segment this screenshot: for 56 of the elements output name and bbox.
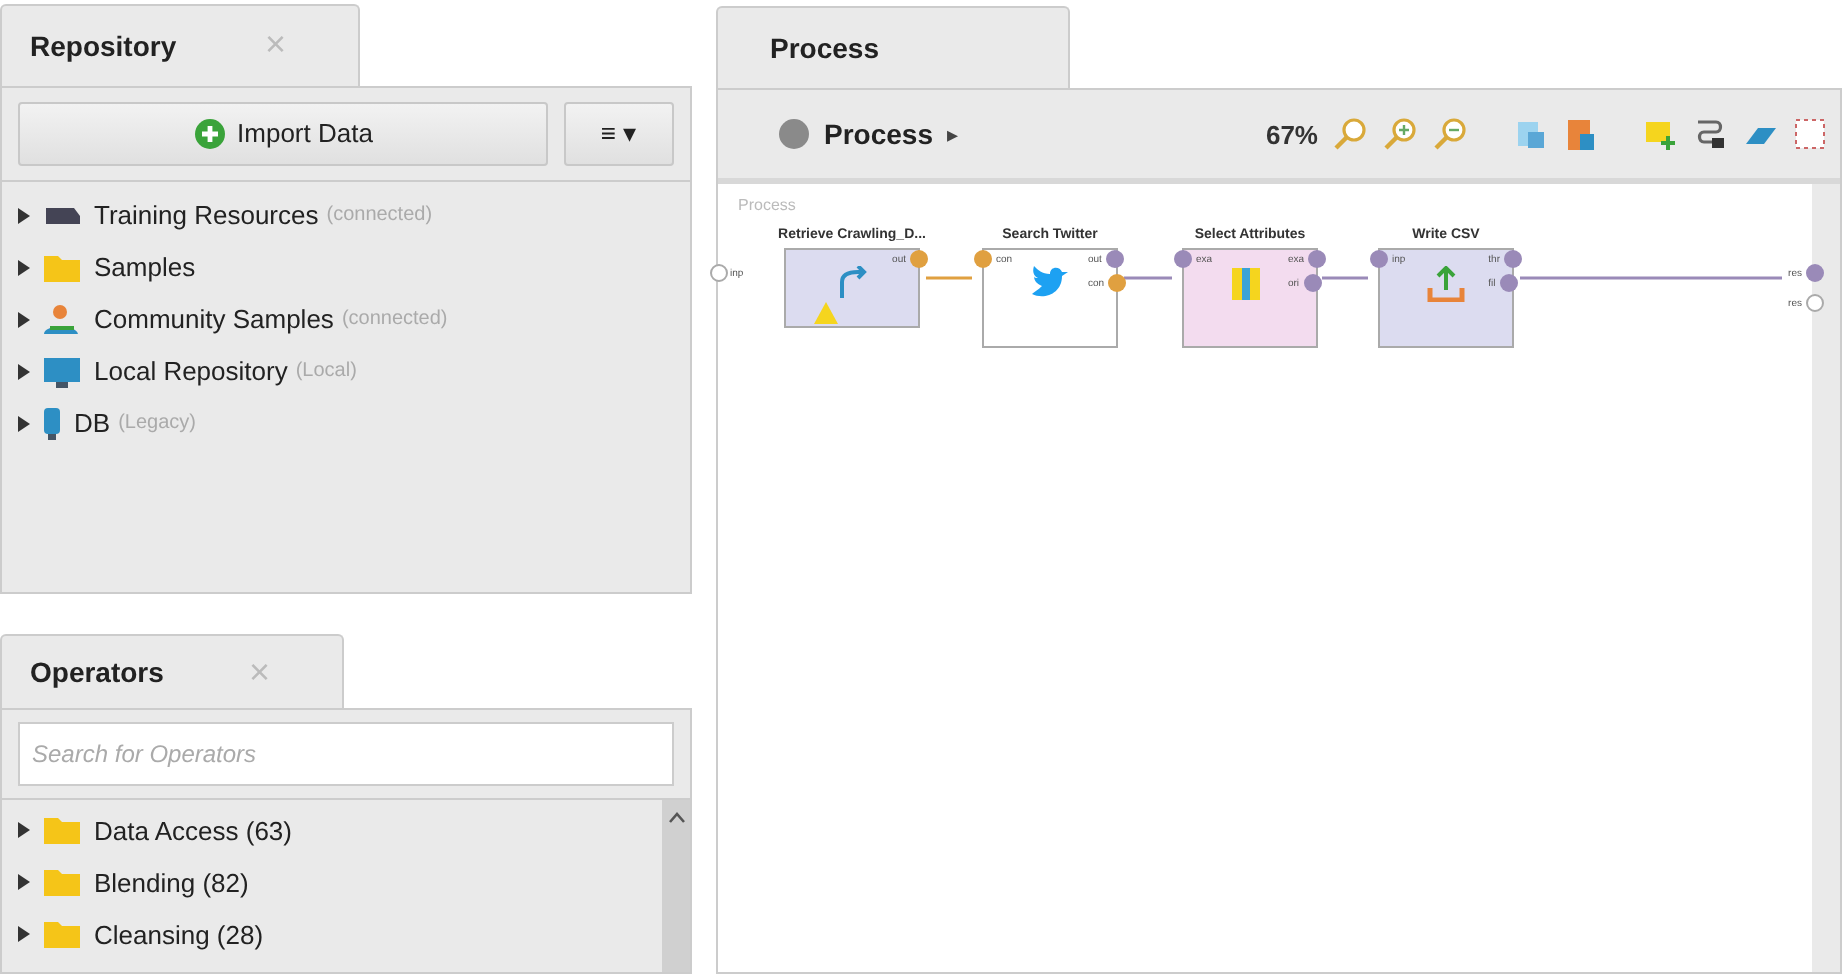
folder-icon: [42, 814, 82, 846]
expand-arrow-icon: [18, 822, 30, 838]
folder-icon: [42, 866, 82, 898]
zoom-level: 67%: [1265, 119, 1318, 149]
scroll-up-icon[interactable]: [667, 812, 685, 824]
item-status: (connected): [326, 204, 433, 227]
grid-icon[interactable]: [1792, 116, 1828, 152]
repository-item[interactable]: DB (Legacy): [18, 397, 674, 450]
import-data-button[interactable]: Import Data: [18, 101, 548, 166]
monitor-icon: [42, 355, 82, 388]
menu-button[interactable]: ≡ ▾: [564, 101, 674, 166]
zoom-in-icon[interactable]: [1382, 116, 1418, 152]
repository-item[interactable]: Local Repository (Local): [18, 345, 674, 398]
wire-icon[interactable]: [1692, 116, 1728, 152]
repository-item[interactable]: Training Resources (connected): [18, 189, 674, 242]
warning-icon: [814, 302, 838, 324]
plus-icon: [193, 117, 226, 150]
canvas-label: Process: [738, 196, 796, 214]
search-field[interactable]: Search for Operators: [18, 722, 674, 786]
operator-group[interactable]: Cleansing (28): [18, 908, 646, 960]
operator-group[interactable]: Data Access (63): [18, 804, 646, 856]
item-status: (Legacy): [118, 412, 196, 435]
expand-arrow-icon: [18, 415, 30, 432]
item-status: (connected): [341, 308, 448, 331]
zoom-out-icon[interactable]: [1432, 116, 1468, 152]
repository-item[interactable]: Samples: [18, 241, 674, 294]
layout-icon[interactable]: [1512, 116, 1548, 152]
process-tab[interactable]: Process: [716, 6, 1070, 88]
folder-icon: [42, 918, 82, 950]
breadcrumb[interactable]: Process: [824, 118, 933, 150]
stop-icon[interactable]: [778, 118, 810, 150]
expand-arrow-icon: [18, 874, 30, 890]
connection-line: [926, 276, 972, 280]
connection-line: [1322, 276, 1368, 280]
clipboard-icon[interactable]: [1562, 116, 1598, 152]
table-icon: [1230, 266, 1262, 302]
operator-group[interactable]: Blending (82): [18, 856, 646, 908]
repository-item[interactable]: Community Samples (connected): [18, 293, 674, 346]
device-icon: [42, 203, 82, 228]
database-icon: [42, 405, 62, 442]
export-icon: [1426, 266, 1466, 302]
scrollbar[interactable]: [662, 800, 690, 972]
item-status: (Local): [295, 360, 357, 383]
breadcrumb-arrow[interactable]: ▸: [946, 121, 959, 147]
expand-arrow-icon: [18, 363, 30, 380]
expand-arrow-icon: [18, 259, 30, 276]
expand-arrow-icon: [18, 311, 30, 328]
people-icon: [42, 303, 82, 336]
folder-icon: [42, 251, 82, 284]
zoom-icon[interactable]: [1332, 116, 1368, 152]
repository-tab[interactable]: Repository ×: [0, 3, 360, 86]
operators-tab[interactable]: Operators ×: [0, 634, 344, 708]
connection-line: [1124, 276, 1172, 280]
expand-arrow-icon: [18, 926, 30, 942]
note-add-icon[interactable]: [1642, 116, 1678, 152]
expand-arrow-icon: [18, 207, 30, 224]
